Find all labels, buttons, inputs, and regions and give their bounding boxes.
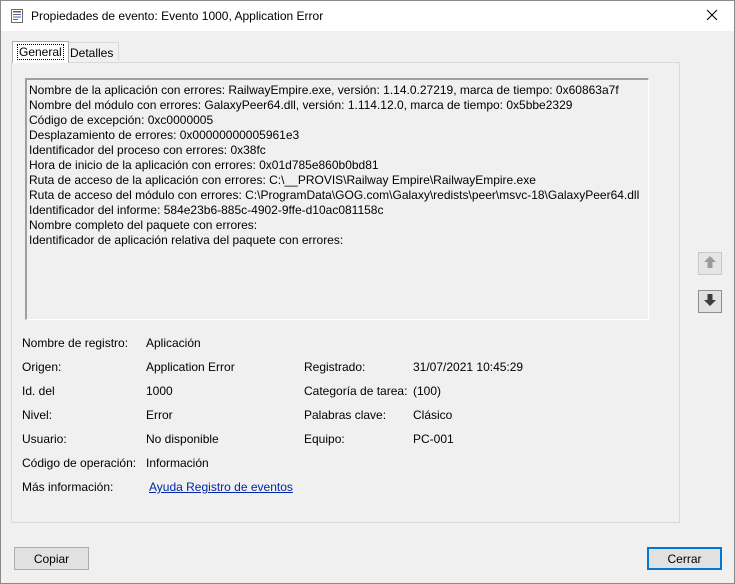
description-line: Desplazamiento de errores: 0x00000000005… [29,128,300,142]
description-line: Código de excepción: 0xc0000005 [29,113,214,127]
user-value: No disponible [146,432,219,446]
previous-event-button[interactable] [698,252,722,275]
close-button[interactable]: Cerrar [647,547,722,570]
task-category-value: (100) [413,384,442,398]
more-info-label: Más información: [22,480,114,494]
event-description-box[interactable]: Nombre de la aplicación con errores: Rai… [25,78,649,320]
description-line: Identificador del informe: 584e23b6-885c… [29,203,384,217]
logged-label: Registrado: [304,360,366,374]
next-event-button[interactable] [698,290,722,313]
more-info-link[interactable]: Ayuda Registro de eventos [149,479,293,495]
description-line: Nombre del módulo con errores: GalaxyPee… [29,98,573,112]
source-value: Application Error [146,360,235,374]
description-line: Ruta de acceso del módulo con errores: C… [29,188,640,202]
source-label: Origen: [22,360,62,374]
event-log-icon [11,9,23,23]
copy-button[interactable]: Copiar [14,547,89,570]
arrow-down-icon [703,293,717,310]
window-title: Propiedades de evento: Evento 1000, Appl… [31,9,324,23]
computer-value: PC-001 [413,432,454,446]
copy-button-label: Copiar [33,551,70,566]
description-line: Nombre completo del paquete con errores: [29,218,258,232]
opcode-label: Código de operación: [22,456,137,470]
description-lines: Nombre de la aplicación con errores: Rai… [27,80,648,248]
opcode-value: Información [146,456,209,470]
event-id-label: Id. del [22,384,55,398]
close-icon [706,9,718,24]
tab-details[interactable]: Detalles [64,42,120,61]
tab-general-label: General [17,44,64,60]
tab-details-label: Detalles [70,46,114,60]
description-line: Identificador de aplicación relativa del… [29,233,344,247]
title-bar[interactable]: Propiedades de evento: Evento 1000, Appl… [1,1,734,31]
keywords-label: Palabras clave: [304,408,387,422]
keywords-value: Clásico [413,408,453,422]
close-window-button[interactable] [690,1,734,31]
computer-label: Equipo: [304,432,345,446]
level-label: Nivel: [22,408,53,422]
description-line: Nombre de la aplicación con errores: Rai… [29,83,619,97]
close-button-label: Cerrar [667,551,702,566]
task-category-label: Categoría de tarea: [304,384,408,398]
description-line: Hora de inicio de la aplicación con erro… [29,158,379,172]
user-label: Usuario: [22,432,67,446]
description-line: Ruta de acceso de la aplicación con erro… [29,173,536,187]
logged-value: 31/07/2021 10:45:29 [413,360,524,374]
level-value: Error [146,408,173,422]
arrow-up-icon [703,255,717,272]
tab-general[interactable]: General [12,41,69,63]
log-name-label: Nombre de registro: [22,336,129,350]
description-line: Identificador del proceso con errores: 0… [29,143,266,157]
event-properties-window: Propiedades de evento: Evento 1000, Appl… [0,0,735,584]
event-id-value: 1000 [146,384,173,398]
log-name-value: Aplicación [146,336,201,350]
